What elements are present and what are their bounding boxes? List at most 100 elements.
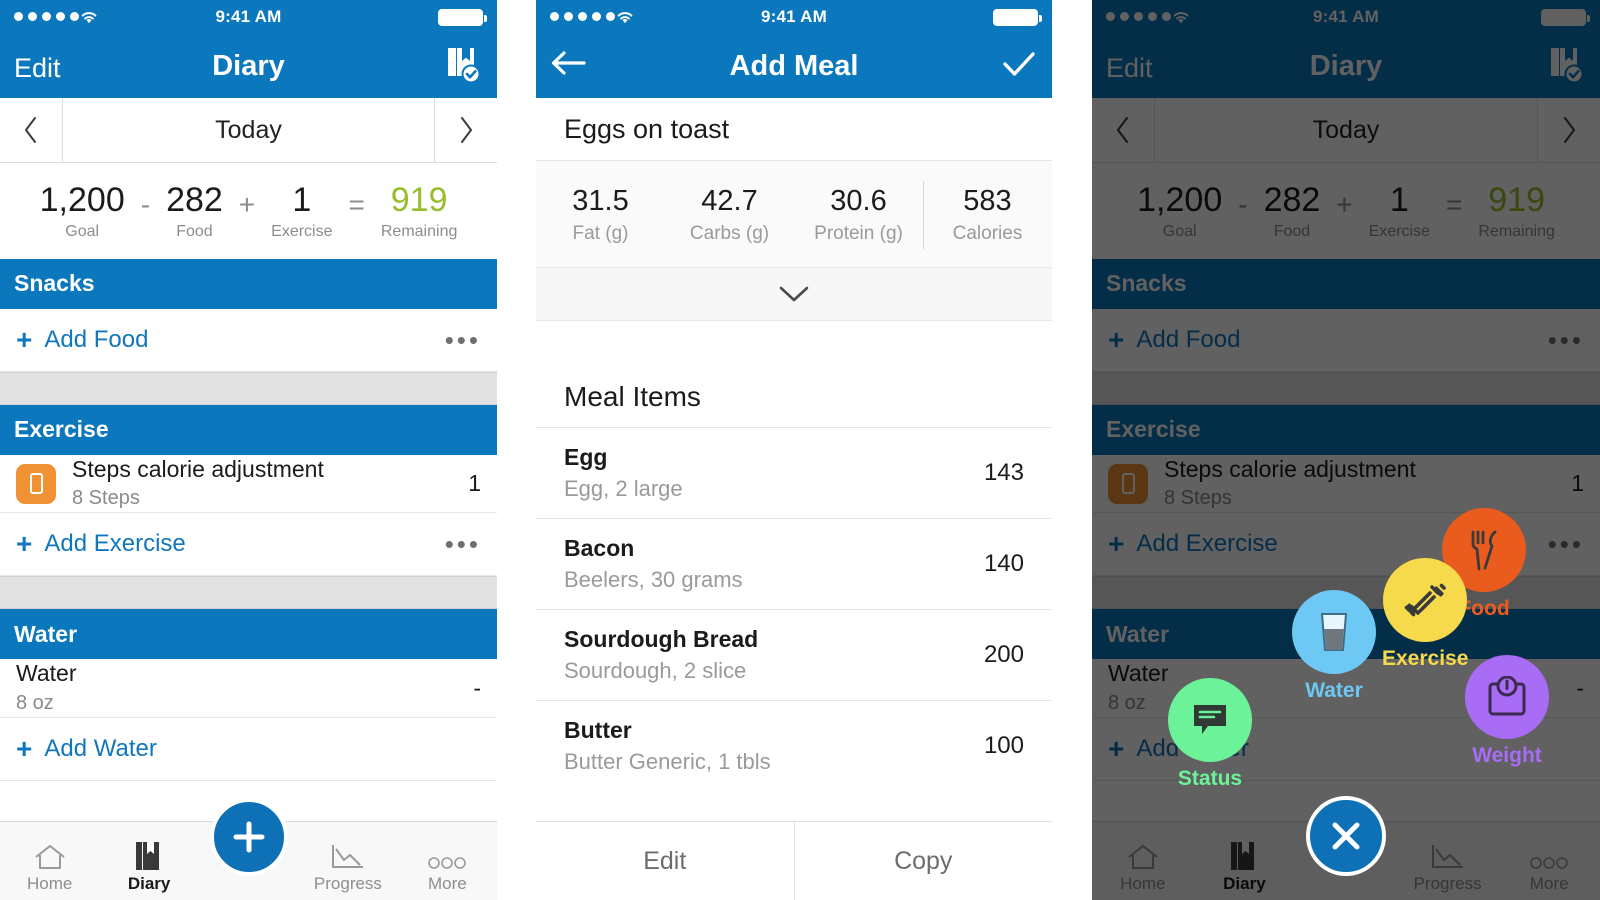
meal-name-field[interactable]: Eggs on toast (536, 98, 1052, 161)
add-food-row[interactable]: + Add Food ••• (0, 308, 497, 372)
meal-item-calories: 143 (983, 459, 1024, 486)
add-food-label: Add Food (44, 325, 149, 353)
macro-label: Fat (g) (572, 223, 629, 244)
add-exercise-label: Add Exercise (44, 530, 186, 558)
meal-item-calories: 100 (983, 732, 1024, 759)
battery-full-icon (438, 9, 487, 26)
current-date-label[interactable]: Today (63, 98, 434, 162)
add-exercise-row[interactable]: + Add Exercise ••• (0, 513, 497, 577)
macro-label: Protein (g) (814, 223, 903, 244)
fab-menu-label: Exercise (1382, 647, 1469, 670)
macro-label: Carbs (g) (689, 223, 770, 244)
plus-icon: + (16, 733, 33, 765)
fab-menu-item-exercise[interactable]: Exercise (1382, 558, 1468, 671)
tab-diary[interactable]: Diary (99, 822, 198, 900)
chevron-right-icon[interactable] (434, 98, 497, 162)
entry-title: Water (16, 660, 77, 687)
page-title: Diary (212, 50, 285, 82)
macro-carbs: 42.7 Carbs (g) (665, 185, 794, 245)
diary-screen-dimmed: 9:41 AM Edit Diary Today 1,200 Goal - 28… (1092, 0, 1600, 900)
meal-item-name: Butter (564, 717, 632, 743)
meal-item-row[interactable]: Egg Egg, 2 large 143 (536, 427, 1052, 518)
meal-item-row[interactable]: Sourdough Bread Sourdough, 2 slice 200 (536, 609, 1052, 700)
meal-item-detail: Egg, 2 large (564, 476, 683, 501)
summary-value: 282 (166, 181, 223, 219)
diary-screen: 9:41 AM Edit Diary Today 1,200 Goal - 28… (0, 0, 497, 900)
copy-button[interactable]: Copy (793, 822, 1053, 900)
meal-item-detail: Sourdough, 2 slice (564, 658, 747, 683)
speech-bubble-icon (1168, 678, 1252, 762)
entry-title: Steps calorie adjustment (72, 455, 324, 482)
ellipsis-icon[interactable]: ••• (445, 531, 481, 557)
entry-value: 1 (468, 470, 481, 497)
summary-value: 1 (292, 181, 312, 219)
summary-label: Goal (65, 222, 100, 240)
date-navigation-bar: Today (0, 98, 497, 163)
macro-value: 30.6 (830, 185, 887, 217)
add-water-row[interactable]: + Add Water (0, 718, 497, 782)
meal-item-calories: 200 (983, 641, 1024, 668)
plus-icon (233, 821, 264, 853)
macro-summary: 31.5 Fat (g) 42.7 Carbs (g) 30.6 Protein… (536, 161, 1052, 268)
macro-value: 31.5 (572, 185, 629, 217)
tab-progress[interactable]: Progress (298, 822, 397, 900)
fab-menu-item-status[interactable]: Status (1168, 678, 1252, 791)
summary-operator-minus: - (140, 189, 151, 220)
chart-line-icon (331, 845, 363, 868)
summary-cell-remaining: 919 Remaining (380, 181, 458, 241)
tab-more[interactable]: More (398, 822, 497, 900)
fab-radial-menu: Status Food Water Exercise Weight (1092, 0, 1600, 900)
macro-fat: 31.5 Fat (g) (536, 185, 665, 245)
water-glass-icon (1292, 590, 1376, 674)
plus-icon: + (16, 323, 33, 355)
home-icon (35, 845, 65, 869)
meal-item-name: Sourdough Bread (564, 626, 759, 652)
fab-menu-item-water[interactable]: Water (1292, 590, 1376, 703)
tab-home[interactable]: Home (0, 822, 99, 900)
close-fab-button[interactable] (1306, 796, 1386, 876)
summary-operator-equals: = (348, 189, 365, 220)
exercise-entry-row[interactable]: Steps calorie adjustment 8 Steps 1 (0, 454, 497, 514)
fab-menu-item-weight[interactable]: Weight (1465, 655, 1549, 768)
edit-button[interactable]: Edit (536, 822, 794, 900)
chevron-down-icon (779, 286, 809, 302)
summary-operator-plus: + (238, 189, 256, 220)
screenshot-stage: 9:41 AM Edit Diary Today 1,200 Goal - 28… (0, 0, 1600, 900)
summary-label: Remaining (380, 222, 458, 240)
summary-cell-goal: 1,200 Goal (40, 182, 125, 241)
section-divider (0, 576, 497, 610)
chevron-left-icon[interactable] (0, 98, 63, 162)
fab-menu-label: Water (1305, 679, 1363, 702)
section-header-exercise: Exercise (0, 404, 497, 455)
meal-item-name: Bacon (564, 535, 635, 561)
phone-panel-fab-menu: 9:41 AM Edit Diary Today 1,200 Goal - 28… (1092, 0, 1600, 900)
diary-check-icon[interactable] (447, 46, 481, 91)
status-time: 9:41 AM (761, 7, 827, 26)
checkmark-icon[interactable] (1002, 50, 1036, 83)
tab-label: Progress (313, 874, 382, 893)
entry-subtitle: 8 Steps (72, 487, 140, 510)
macro-calories: 583 Calories (923, 181, 1052, 249)
add-entry-fab[interactable] (209, 798, 288, 876)
meal-items-heading: Meal Items (536, 365, 1052, 427)
expand-macros-button[interactable] (536, 268, 1052, 321)
add-meal-screen: 9:41 AM Add Meal Eggs on toast 31.5 Fat … (536, 0, 1052, 900)
status-bar: 9:41 AM (536, 0, 1052, 34)
summary-value: 919 (390, 181, 448, 219)
macro-protein: 30.6 Protein (g) (794, 185, 923, 245)
tab-label: More (427, 874, 467, 893)
ellipsis-icon[interactable]: ••• (445, 327, 481, 353)
entry-value: - (473, 674, 481, 701)
add-meal-nav-bar: Add Meal (536, 34, 1052, 98)
tab-label: Diary (127, 874, 171, 893)
meal-item-row[interactable]: Butter Butter Generic, 1 tbls 100 (536, 700, 1052, 791)
phone-panel-add-meal: 9:41 AM Add Meal Eggs on toast 31.5 Fat … (536, 0, 1052, 900)
summary-cell-food: 282 Food (166, 181, 223, 241)
section-divider (0, 371, 497, 405)
water-entry-row[interactable]: Water 8 oz - (0, 659, 497, 719)
fab-menu-label: Status (1177, 767, 1243, 790)
meal-item-row[interactable]: Bacon Beelers, 30 grams 140 (536, 518, 1052, 609)
summary-label: Exercise (271, 222, 333, 240)
battery-full-icon (993, 9, 1042, 26)
fab-menu-label: Weight (1472, 744, 1542, 767)
